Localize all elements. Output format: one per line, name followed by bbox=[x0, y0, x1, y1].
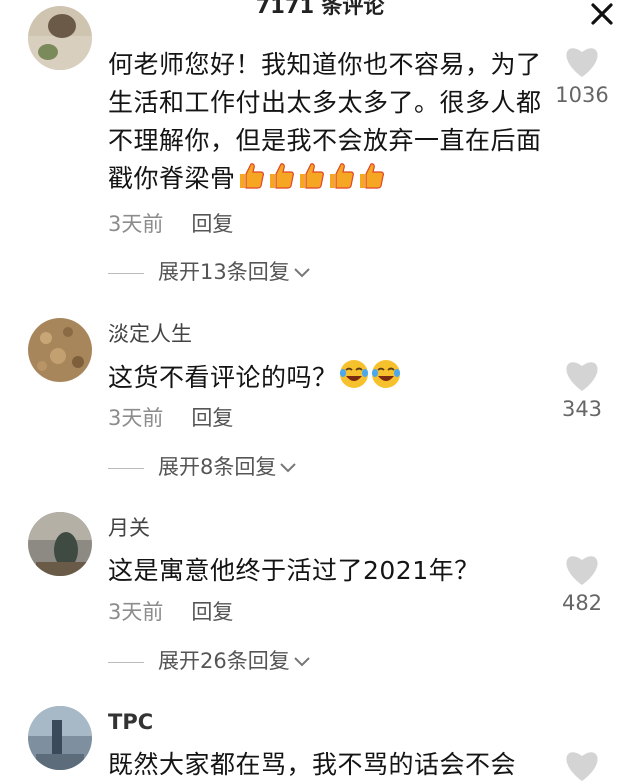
heart-icon[interactable] bbox=[563, 44, 601, 78]
like-button[interactable]: 482 bbox=[542, 552, 622, 616]
comments-title: 7171 条评论 bbox=[255, 0, 385, 18]
username[interactable]: 淡定人生 bbox=[108, 320, 192, 348]
heart-icon[interactable] bbox=[563, 748, 601, 782]
like-count: 1036 bbox=[555, 83, 609, 107]
close-icon[interactable] bbox=[588, 0, 616, 28]
divider bbox=[108, 272, 144, 274]
comment-text: 既然大家都在骂，我不骂的话会不会 bbox=[108, 750, 517, 779]
reply-button[interactable]: 回复 bbox=[191, 600, 233, 624]
comment-meta: 3天前 回复 bbox=[108, 404, 233, 432]
tears-of-joy-emoji bbox=[338, 360, 370, 392]
username[interactable]: TPC bbox=[108, 708, 153, 736]
like-count: 343 bbox=[561, 397, 603, 421]
comment-time: 3天前 bbox=[108, 406, 164, 430]
username[interactable]: 月关 bbox=[108, 514, 150, 542]
heart-icon[interactable] bbox=[563, 358, 601, 392]
expand-replies-label: 展开13条回复 bbox=[158, 260, 290, 284]
comment-text: 这货不看评论的吗？ bbox=[108, 358, 548, 397]
avatar[interactable] bbox=[28, 706, 92, 770]
thumbs-up-emoji bbox=[326, 163, 356, 193]
tears-of-joy-emojis bbox=[338, 360, 402, 392]
chevron-down-icon bbox=[292, 259, 312, 287]
comment-time: 3天前 bbox=[108, 212, 164, 236]
like-button[interactable] bbox=[542, 748, 622, 782]
reply-button[interactable]: 回复 bbox=[191, 212, 233, 236]
avatar[interactable] bbox=[28, 6, 92, 70]
tears-of-joy-emoji bbox=[370, 360, 402, 392]
avatar[interactable] bbox=[28, 318, 92, 382]
reply-button[interactable]: 回复 bbox=[191, 406, 233, 430]
like-button[interactable]: 1036 bbox=[542, 44, 622, 108]
expand-replies-label: 展开8条回复 bbox=[158, 455, 277, 479]
comment-meta: 3天前 回复 bbox=[108, 210, 233, 238]
heart-icon[interactable] bbox=[563, 552, 601, 586]
expand-replies-button[interactable]: 展开13条回复 bbox=[108, 258, 312, 287]
thumbs-up-emoji bbox=[236, 163, 266, 193]
divider bbox=[108, 467, 144, 469]
chevron-down-icon bbox=[278, 454, 298, 482]
thumbs-up-emojis bbox=[236, 163, 386, 193]
expand-replies-label: 展开26条回复 bbox=[158, 649, 290, 673]
comment-text: 这是寓意他终于活过了2021年？ bbox=[108, 556, 480, 585]
thumbs-up-emoji bbox=[296, 163, 326, 193]
avatar[interactable] bbox=[28, 512, 92, 576]
expand-replies-button[interactable]: 展开26条回复 bbox=[108, 647, 312, 676]
like-count: 482 bbox=[561, 591, 603, 615]
thumbs-up-emoji bbox=[266, 163, 296, 193]
comment-text: 何老师您好！我知道你也不容易，为了生活和工作付出太多太多了。很多人都不理解你，但… bbox=[108, 50, 542, 193]
comment-time: 3天前 bbox=[108, 600, 164, 624]
like-button[interactable]: 343 bbox=[542, 358, 622, 422]
expand-replies-button[interactable]: 展开8条回复 bbox=[108, 453, 298, 482]
thumbs-up-emoji bbox=[356, 163, 386, 193]
chevron-down-icon bbox=[292, 648, 312, 676]
comment-meta: 3天前 回复 bbox=[108, 598, 233, 626]
divider bbox=[108, 661, 144, 663]
